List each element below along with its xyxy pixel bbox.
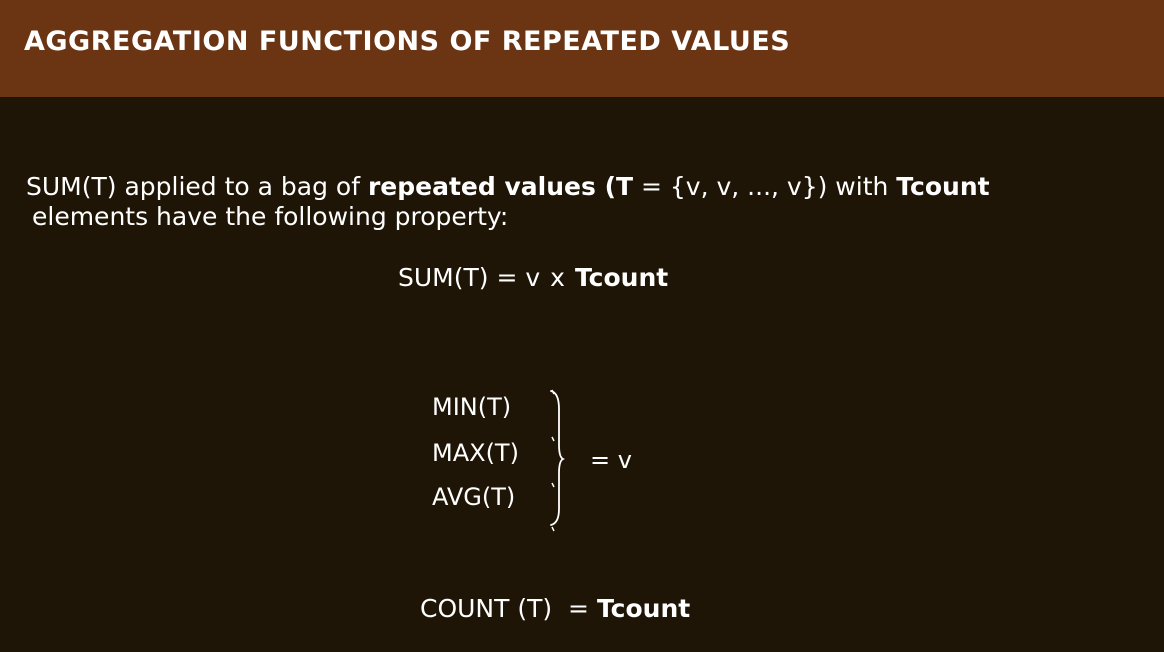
count-formula-equals: = — [568, 594, 589, 623]
count-formula-lhs: COUNT (T) — [420, 594, 553, 623]
slide-title: AGGREGATION FUNCTIONS OF REPEATED VALUES — [24, 26, 791, 57]
intro-bold-t: (T — [595, 172, 634, 201]
title-bar: AGGREGATION FUNCTIONS OF REPEATED VALUES — [0, 0, 1164, 97]
intro-paragraph: SUM(T) applied to a bag of repeated valu… — [26, 172, 990, 232]
sum-formula-tcount: Tcount — [574, 263, 669, 292]
intro-text-1: SUM(T) applied to a bag of — [26, 172, 368, 201]
intro-text-2: = {v, v, ..., v}) with — [633, 172, 897, 201]
count-formula: COUNT (T) = Tcount — [420, 594, 690, 623]
equals-v: = v — [590, 446, 632, 474]
right-brace-icon — [548, 387, 572, 539]
sum-formula-lhs: SUM(T) = v — [398, 263, 541, 292]
count-formula-tcount: Tcount — [596, 594, 691, 623]
sum-formula-times: x — [550, 263, 565, 292]
sum-formula: SUM(T) = v x Tcount — [398, 263, 668, 292]
intro-bold-tcount: Tcount — [896, 172, 990, 201]
intro-text-line2: elements have the following property: — [32, 202, 509, 231]
slide-content: SUM(T) applied to a bag of repeated valu… — [0, 97, 1164, 652]
max-function: MAX(T) — [432, 439, 519, 467]
min-function: MIN(T) — [432, 393, 512, 421]
avg-function: AVG(T) — [432, 483, 516, 511]
intro-bold-repeated-values: repeated values — [367, 172, 596, 201]
